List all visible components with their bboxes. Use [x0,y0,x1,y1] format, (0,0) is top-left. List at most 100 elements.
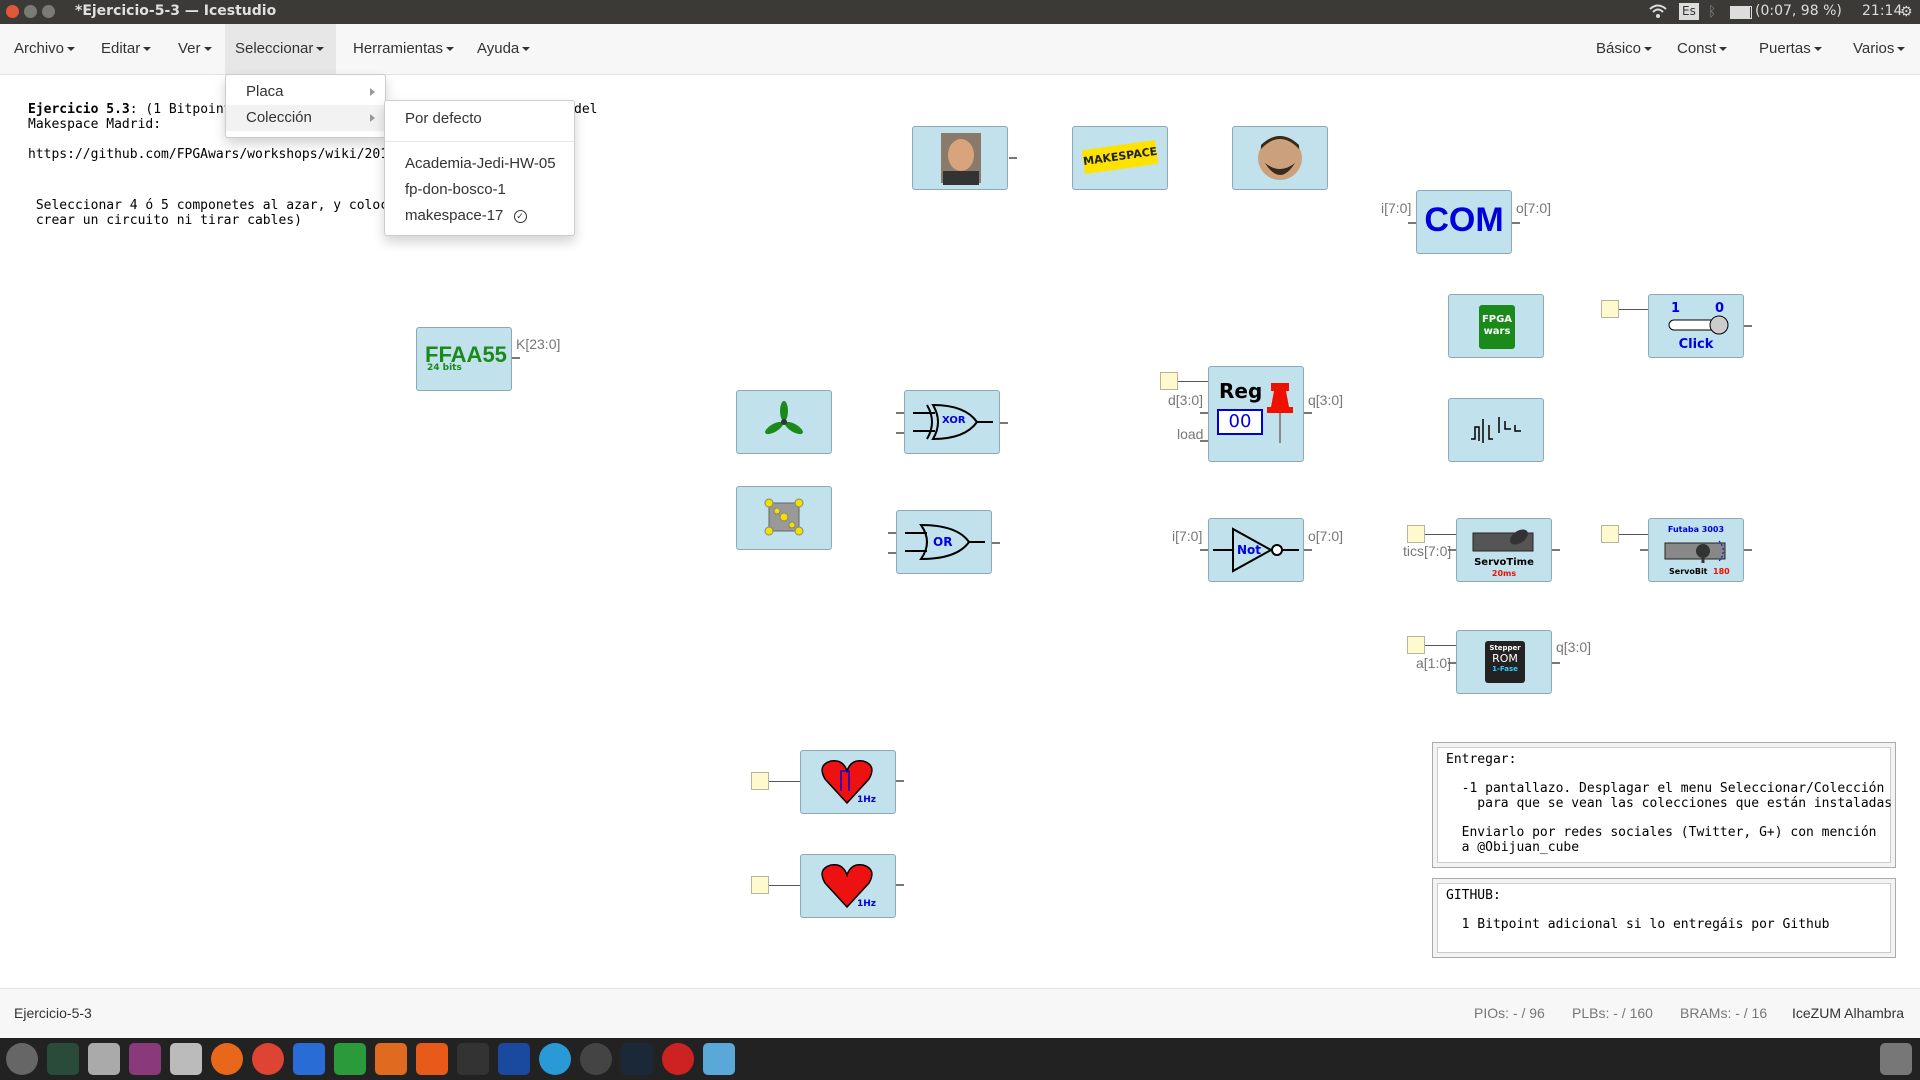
minimize-window-button[interactable] [24,5,37,18]
com-output-label: o[7:0] [1516,200,1552,216]
trash-icon[interactable] [1880,1043,1912,1075]
input-pin-box[interactable] [1407,636,1425,654]
entregar-line4: a @Obijuan_cube [1446,840,1580,855]
screenshot-app-icon[interactable] [662,1043,694,1075]
battery-status: (0:07, 98 %) [1755,3,1842,19]
input-pin-box[interactable] [1160,372,1178,390]
heartbeat-block-2[interactable]: 1Hz [800,854,896,918]
menu-herramientas[interactable]: Herramientas [343,24,464,74]
instructions-line1: Seleccionar 4 ó 5 componetes al azar, y … [28,198,404,213]
menu-const[interactable]: Const [1667,24,1737,74]
clock[interactable]: 21:14 [1862,3,1902,19]
input-port [896,412,904,414]
cube-block[interactable] [736,486,832,550]
writer-icon[interactable] [293,1043,325,1075]
firefox-icon[interactable] [211,1043,243,1075]
power-gear-icon[interactable]: ⚙ [1900,4,1913,20]
wire [769,781,800,782]
freecad-icon[interactable] [498,1043,530,1075]
input-pin-box[interactable] [1601,300,1619,318]
close-window-button[interactable] [6,5,19,18]
collection-item-fp-don-bosco[interactable]: fp-don-bosco-1 [385,177,574,203]
servobit-label: ServoBit [1669,567,1708,576]
register-block[interactable]: Reg 00 [1208,366,1304,462]
reg-q-label: q[3:0] [1308,392,1344,408]
bluetooth-icon[interactable]: ᛒ [1708,4,1716,20]
fpgawars-logo-block[interactable]: FPGA wars [1448,294,1544,358]
heartbeat-block-1[interactable]: 1Hz [800,750,896,814]
plbs-usage: PLBs: - / 160 [1572,1005,1653,1021]
com-block[interactable]: COM [1416,190,1512,254]
icestudio-icon[interactable] [703,1043,735,1075]
makespace-logo-block[interactable]: MAKESPACE [1072,126,1168,190]
stepper-title: Stepper [1489,644,1521,652]
terminal-icon[interactable] [129,1043,161,1075]
or-gate-block[interactable]: OR [896,510,992,574]
menubar: Archivo Editar Ver Seleccionar Herramien… [0,24,1920,75]
com-input-label: i[7:0] [1381,200,1412,216]
menu-editar[interactable]: Editar [91,24,161,74]
battery-icon[interactable] [1730,6,1752,19]
steam-icon[interactable] [621,1043,653,1075]
collection-item-makespace[interactable]: makespace-17 ✓ [385,203,574,229]
waveform-block[interactable] [1448,398,1544,462]
menu-seleccionar[interactable]: Seleccionar [225,24,336,74]
photo-block-2[interactable] [1232,126,1328,190]
cura-icon[interactable] [539,1043,571,1075]
stepper-rom-block[interactable]: Stepper ROM 1-Fase [1456,630,1552,694]
menu-puertas[interactable]: Puertas [1749,24,1832,74]
menu-archivo[interactable]: Archivo [4,24,85,74]
crosshair-app-icon[interactable] [580,1043,612,1075]
video-editor-icon[interactable] [457,1043,489,1075]
exercise-url[interactable]: https://github.com/FPGAwars/workshops/wi… [28,147,404,162]
input-pin-box[interactable] [1601,525,1619,543]
software-center-icon[interactable] [416,1043,448,1075]
ffaa55-constant-block[interactable]: FFAA55 24 bits [416,327,512,391]
collection-item-makespace-label: makespace-17 [405,207,504,224]
settings-icon[interactable] [88,1043,120,1075]
keyboard-layout-indicator[interactable]: Es [1679,3,1699,20]
impress-icon[interactable] [375,1043,407,1075]
person-photo-icon [941,133,981,185]
photo-block-1[interactable] [912,126,1017,190]
menu-ayuda[interactable]: Ayuda [467,24,540,74]
menu-item-coleccion[interactable]: Colección [226,105,385,131]
stepper-mode: 1-Fase [1492,665,1518,673]
servobit-block[interactable]: Futaba 3003 ServoBit 180 [1648,518,1744,582]
collection-item-academia[interactable]: Academia-Jedi-HW-05 [385,151,574,177]
input-pin-box[interactable] [751,876,769,894]
maximize-window-button[interactable] [42,5,55,18]
menu-divider [385,141,574,142]
fpgawars-logo: FPGA wars [1479,305,1515,349]
toggle-switch-icon [1668,315,1729,335]
servotime-label: ServoTime [1474,557,1534,568]
wifi-icon[interactable] [1648,3,1668,23]
files-icon[interactable] [170,1043,202,1075]
output-port [1304,549,1312,551]
servotime-block[interactable]: ServoTime 20ms [1456,518,1552,582]
collection-item-default[interactable]: Por defecto [385,106,574,132]
menu-item-placa[interactable]: Placa [226,79,385,105]
github-info-box[interactable]: GITHUB: 1 Bitpoint adicional si lo entre… [1432,878,1896,958]
menu-item-coleccion-label: Colección [246,109,312,126]
entregar-title: Entregar: [1446,752,1517,767]
menu-ver[interactable]: Ver [168,24,222,74]
calc-icon[interactable] [334,1043,366,1075]
heart-freq-label: 1Hz [857,899,877,909]
not-gate-block[interactable]: Not [1208,518,1304,582]
click-button-block[interactable]: 1 0 Click [1648,294,1744,358]
exercise-line2: Makespace Madrid: [28,117,162,132]
entregar-info-box[interactable]: Entregar: -1 pantallazo. Desplagar el me… [1432,742,1896,868]
menu-varios[interactable]: Varios [1843,24,1915,74]
fan-block[interactable] [736,390,832,454]
chrome-icon[interactable] [252,1043,284,1075]
status-bar: Ejercicio-5-3 PIOs: - / 96 PLBs: - / 160… [0,988,1920,1039]
stepper-output-label: q[3:0] [1556,639,1592,655]
xor-gate-block[interactable]: XOR [904,390,1000,454]
input-pin-box[interactable] [1407,525,1425,543]
system-monitor-icon[interactable] [47,1043,79,1075]
ubuntu-launcher-icon[interactable] [6,1043,38,1075]
menu-basico[interactable]: Básico [1586,24,1662,74]
board-name[interactable]: IceZUM Alhambra [1792,1005,1904,1021]
input-pin-box[interactable] [751,772,769,790]
